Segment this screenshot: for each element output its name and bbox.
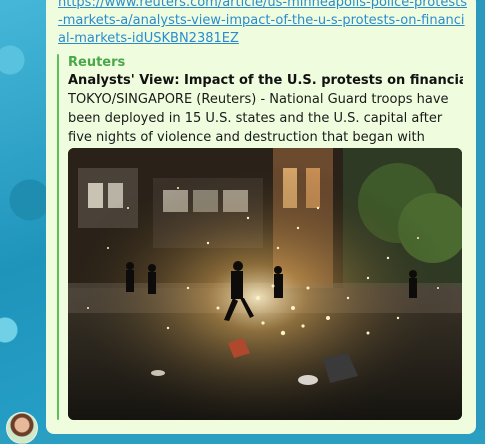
link-preview[interactable]: Reuters Analysts' View: Impact of the U.… [57,54,465,422]
message-link[interactable]: https://www.reuters.com/article/us-minne… [58,0,468,48]
preview-accent-bar [57,54,59,420]
preview-title: Analysts' View: Impact of the U.S. prote… [68,73,463,88]
wallpaper-right-edge [476,0,485,430]
preview-photo-illustration [68,148,462,420]
preview-image[interactable] [68,148,462,420]
sender-avatar[interactable] [6,412,38,444]
preview-site-name: Reuters [68,55,126,70]
